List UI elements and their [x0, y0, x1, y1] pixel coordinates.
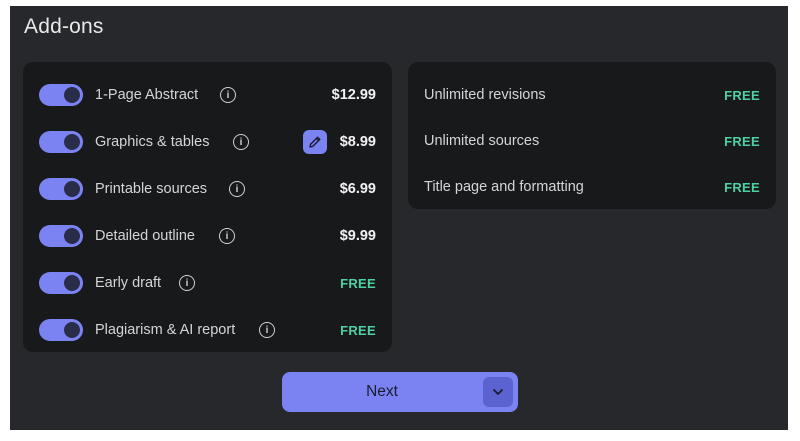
addon-toggle-abstract[interactable]	[39, 84, 83, 106]
addon-price-free: FREE	[340, 275, 376, 291]
addon-label: Printable sources	[95, 181, 208, 197]
addons-list: 1-Page Abstract i $12.99 Graphics & tabl…	[23, 62, 392, 352]
included-price-free: FREE	[724, 87, 760, 103]
edit-button[interactable]	[303, 130, 327, 154]
toggle-knob	[64, 275, 80, 291]
addon-row-plagiarism: Plagiarism & AI report i FREE	[23, 315, 392, 345]
addon-label: Early draft	[95, 275, 162, 291]
toggle-knob	[64, 228, 80, 244]
addon-toggle-printable[interactable]	[39, 178, 83, 200]
addon-price-free: FREE	[340, 322, 376, 338]
addon-label: Plagiarism & AI report	[95, 322, 236, 338]
next-button-label: Next	[366, 383, 398, 400]
included-row: Unlimited revisions FREE	[408, 82, 776, 108]
page-title: Add-ons	[24, 15, 104, 38]
included-row: Unlimited sources FREE	[408, 128, 776, 154]
included-price-free: FREE	[724, 179, 760, 195]
addon-toggle-graphics[interactable]	[39, 131, 83, 153]
included-features: Unlimited revisions FREE Unlimited sourc…	[408, 62, 776, 209]
included-label: Title page and formatting	[424, 179, 584, 195]
info-icon[interactable]: i	[259, 322, 275, 338]
info-icon[interactable]: i	[229, 181, 245, 197]
addon-row-outline: Detailed outline i $9.99	[23, 221, 392, 251]
addon-toggle-plagiarism[interactable]	[39, 319, 83, 341]
addon-row-abstract: 1-Page Abstract i $12.99	[23, 80, 392, 110]
pencil-icon	[309, 136, 321, 148]
addon-price: $8.99	[339, 134, 376, 150]
info-icon[interactable]: i	[220, 87, 236, 103]
next-options-button[interactable]	[483, 377, 513, 407]
addon-row-draft: Early draft i FREE	[23, 268, 392, 298]
included-label: Unlimited revisions	[424, 87, 546, 103]
addon-toggle-outline[interactable]	[39, 225, 83, 247]
info-icon[interactable]: i	[179, 275, 195, 291]
toggle-knob	[64, 87, 80, 103]
addon-label: Detailed outline	[95, 228, 195, 244]
addon-toggle-draft[interactable]	[39, 272, 83, 294]
addon-price: $9.99	[339, 228, 376, 244]
addon-row-printable: Printable sources i $6.99	[23, 174, 392, 204]
info-icon[interactable]: i	[219, 228, 235, 244]
addon-label: Graphics & tables	[95, 134, 210, 150]
toggle-knob	[64, 181, 80, 197]
addon-price: $12.99	[331, 87, 376, 103]
chevron-down-icon	[493, 389, 503, 395]
addon-row-graphics: Graphics & tables i $8.99	[23, 127, 392, 157]
toggle-knob	[64, 134, 80, 150]
included-row: Title page and formatting FREE	[408, 174, 776, 200]
next-button[interactable]: Next	[282, 372, 518, 412]
addon-price: $6.99	[339, 181, 376, 197]
toggle-knob	[64, 322, 80, 338]
included-price-free: FREE	[724, 133, 760, 149]
included-label: Unlimited sources	[424, 133, 540, 149]
info-icon[interactable]: i	[233, 134, 249, 150]
addon-label: 1-Page Abstract	[95, 87, 199, 103]
addons-panel: Add-ons 1-Page Abstract i $12.99 Graphic…	[10, 6, 788, 430]
